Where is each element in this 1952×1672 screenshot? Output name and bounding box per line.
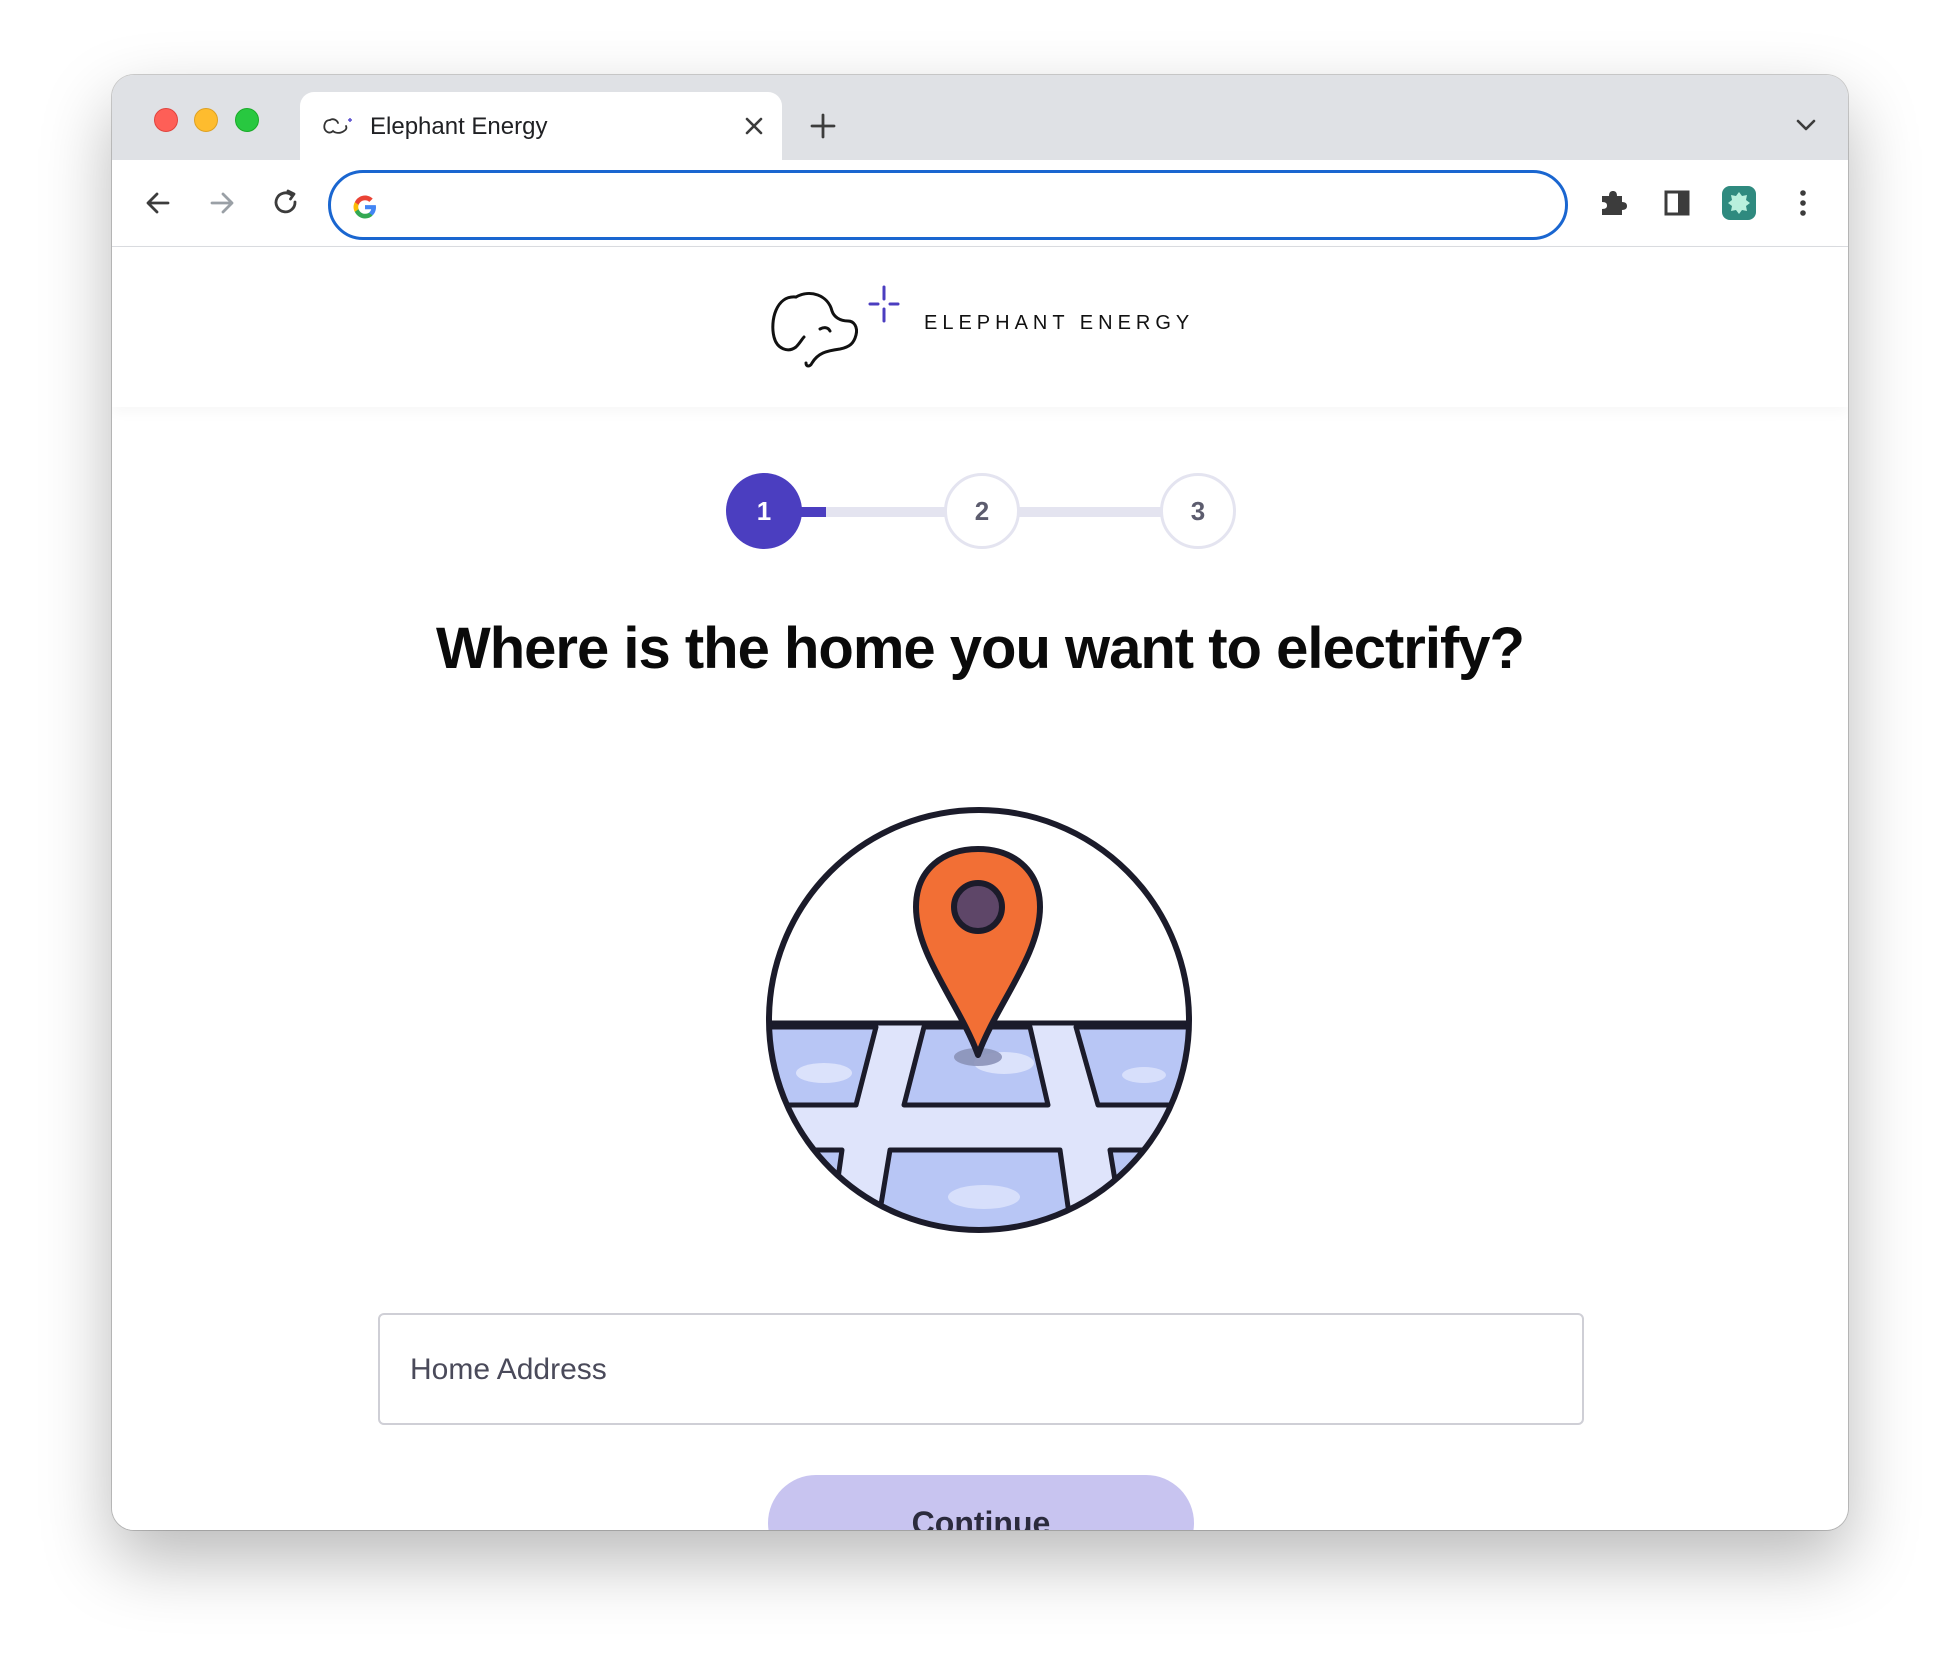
tab-strip: Elephant Energy	[112, 75, 1848, 160]
forward-arrow-icon[interactable]	[204, 185, 240, 221]
elephant-logo-icon[interactable]	[766, 281, 916, 377]
chevron-down-icon[interactable]	[1794, 115, 1818, 135]
elephant-favicon-icon	[323, 118, 352, 134]
step-3: 3	[1160, 473, 1236, 549]
new-tab-plus-icon[interactable]	[808, 111, 838, 141]
reload-icon[interactable]	[268, 185, 304, 221]
site-header: ELEPHANT ENERGY	[112, 247, 1848, 407]
page-content: ELEPHANT ENERGY 1 2 3 Where is the home …	[112, 247, 1848, 1530]
tab-elephant-energy[interactable]: Elephant Energy	[300, 92, 782, 160]
browser-window: Elephant Energy ELEPHANT ENERGY 1 2 3 Wh…	[112, 75, 1848, 1530]
progress-stepper: 1 2 3	[726, 471, 1238, 551]
browser-toolbar	[112, 160, 1848, 247]
home-address-input[interactable]	[410, 1345, 1530, 1395]
zoom-window-button[interactable]	[235, 108, 259, 132]
minimize-window-button[interactable]	[194, 108, 218, 132]
home-address-field[interactable]	[378, 1313, 1584, 1425]
continue-button[interactable]: Continue	[768, 1475, 1194, 1530]
back-arrow-icon[interactable]	[140, 185, 176, 221]
more-vert-icon[interactable]	[1784, 184, 1822, 222]
google-g-icon	[353, 195, 376, 219]
tab-title: Elephant Energy	[370, 113, 548, 140]
omnibox-input[interactable]	[395, 185, 1545, 225]
extension-icon[interactable]	[1720, 184, 1758, 222]
step-2: 2	[944, 473, 1020, 549]
address-bar[interactable]	[328, 170, 1568, 240]
sidepanel-icon[interactable]	[1658, 184, 1696, 222]
close-icon[interactable]	[740, 112, 768, 140]
brand-wordmark: ELEPHANT ENERGY	[924, 312, 1195, 334]
map-pin-illustration	[766, 807, 1192, 1233]
step-1: 1	[726, 473, 802, 549]
page-title: Where is the home you want to electrify?	[436, 616, 1525, 681]
puzzle-icon[interactable]	[1594, 184, 1632, 222]
close-window-button[interactable]	[154, 108, 178, 132]
